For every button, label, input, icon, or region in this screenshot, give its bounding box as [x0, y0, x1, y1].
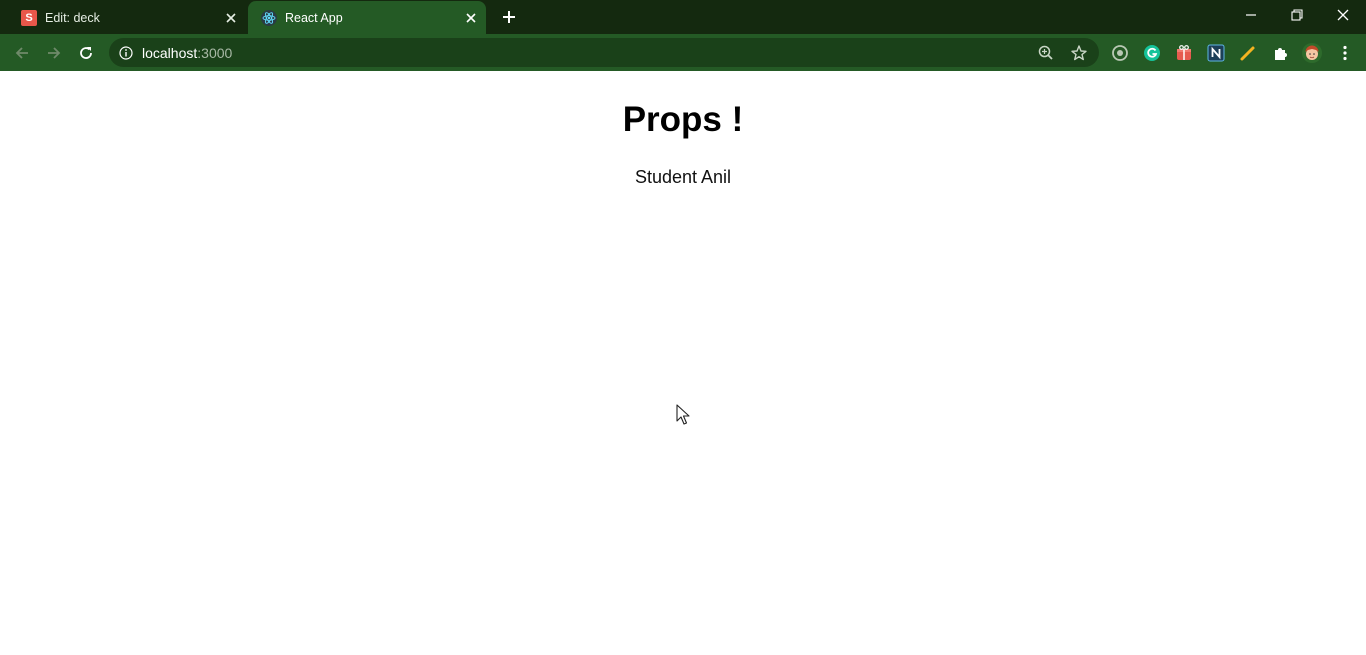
browser-window: S Edit: deck React App localhost:3000 Pr… — [0, 0, 1366, 655]
tab-title: Edit: deck — [45, 10, 100, 25]
tab-favicon-s: S — [21, 9, 37, 26]
url-host: localhost — [142, 45, 198, 61]
close-window-icon[interactable] — [1320, 0, 1366, 30]
address-bar[interactable]: localhost:3000 — [109, 38, 1099, 67]
menu-icon[interactable] — [1335, 43, 1355, 63]
forward-icon[interactable] — [41, 40, 67, 66]
url-port: :3000 — [197, 45, 233, 61]
page-heading: Props ! — [622, 100, 744, 139]
reload-icon[interactable] — [73, 40, 99, 66]
notion-n-icon[interactable] — [1206, 43, 1226, 63]
page-content: Props ! Student Anil — [0, 71, 1366, 655]
tab-title: React App — [285, 10, 343, 25]
tab-edit-deck[interactable]: S Edit: deck — [8, 1, 246, 34]
bookmark-star-icon[interactable] — [1069, 43, 1089, 63]
minimize-icon[interactable] — [1228, 0, 1274, 30]
avatar[interactable] — [1302, 43, 1322, 63]
gift-icon[interactable] — [1174, 43, 1194, 63]
browser-toolbar: localhost:3000 — [0, 34, 1366, 71]
close-tab-icon[interactable] — [462, 9, 480, 27]
close-tab-icon[interactable] — [222, 9, 240, 27]
student-text: Student Anil — [634, 167, 732, 187]
grammarly-icon[interactable] — [1142, 43, 1162, 63]
restore-icon[interactable] — [1274, 0, 1320, 30]
mouse-cursor-icon — [676, 404, 690, 425]
pen-icon[interactable] — [1238, 43, 1258, 63]
site-info-icon[interactable] — [117, 44, 135, 62]
zoom-icon[interactable] — [1036, 43, 1056, 63]
circle-icon[interactable] — [1110, 43, 1130, 63]
tab-strip: S Edit: deck React App — [0, 0, 1366, 34]
back-icon[interactable] — [9, 40, 35, 66]
tab-react-app[interactable]: React App — [248, 1, 486, 34]
url-text: localhost:3000 — [142, 45, 232, 61]
puzzle-icon[interactable] — [1270, 43, 1290, 63]
new-tab-button[interactable] — [498, 6, 520, 28]
react-icon — [261, 9, 277, 26]
